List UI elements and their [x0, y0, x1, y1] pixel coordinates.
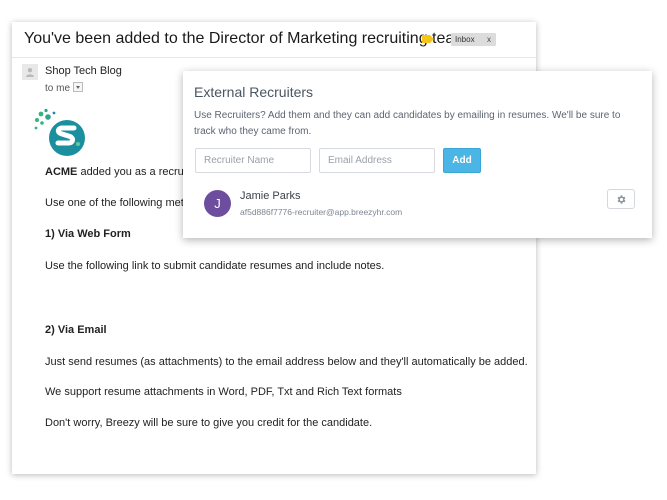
label-tag-icon[interactable] — [422, 35, 434, 43]
gear-icon — [617, 195, 626, 204]
intro-text: added you as a recru — [77, 166, 184, 178]
email-address-input[interactable] — [319, 148, 435, 173]
intro-line: ACME added you as a recru — [45, 166, 184, 178]
panel-title: External Recruiters — [194, 84, 314, 100]
recruiter-name: Jamie Parks — [240, 190, 301, 202]
formats-text: We support resume attachments in Word, P… — [45, 386, 402, 398]
add-recruiter-button[interactable]: Add — [443, 148, 481, 173]
recruiter-name-input[interactable] — [195, 148, 311, 173]
brand-logo — [34, 108, 85, 156]
email-subject: You've been added to the Director of Mar… — [24, 30, 473, 47]
via-email-heading: 2) Via Email — [45, 324, 107, 336]
external-recruiters-panel: External Recruiters Use Recruiters? Add … — [183, 71, 652, 238]
panel-description: Use Recruiters? Add them and they can ad… — [194, 110, 621, 137]
web-form-text: Use the following link to submit candida… — [45, 260, 385, 272]
email-header: You've been added to the Director of Mar… — [12, 22, 536, 58]
inbox-label-chip[interactable]: Inbox x — [451, 33, 496, 46]
credit-text: Don't worry, Breezy will be sure to give… — [45, 417, 373, 429]
person-icon — [22, 64, 38, 80]
methods-line: Use one of the following meth — [45, 197, 190, 209]
recipient-text: to me — [45, 83, 71, 94]
recruiter-settings-button[interactable] — [607, 189, 635, 209]
inbox-label-text: Inbox — [455, 35, 475, 44]
recipient-row: to me — [45, 82, 84, 94]
screenshot-stage: You've been added to the Director of Mar… — [0, 0, 667, 500]
company-name: ACME — [45, 166, 78, 178]
recruiter-email: af5d886f7776-recruiter@app.breezyhr.com — [240, 207, 403, 217]
remove-label-button[interactable]: x — [487, 33, 491, 46]
web-form-heading: 1) Via Web Form — [45, 228, 131, 240]
recruiter-avatar: J — [204, 190, 231, 217]
chevron-down-icon[interactable] — [73, 82, 84, 92]
sender-name[interactable]: Shop Tech Blog — [45, 65, 122, 77]
via-email-text: Just send resumes (as attachments) to th… — [45, 356, 528, 368]
